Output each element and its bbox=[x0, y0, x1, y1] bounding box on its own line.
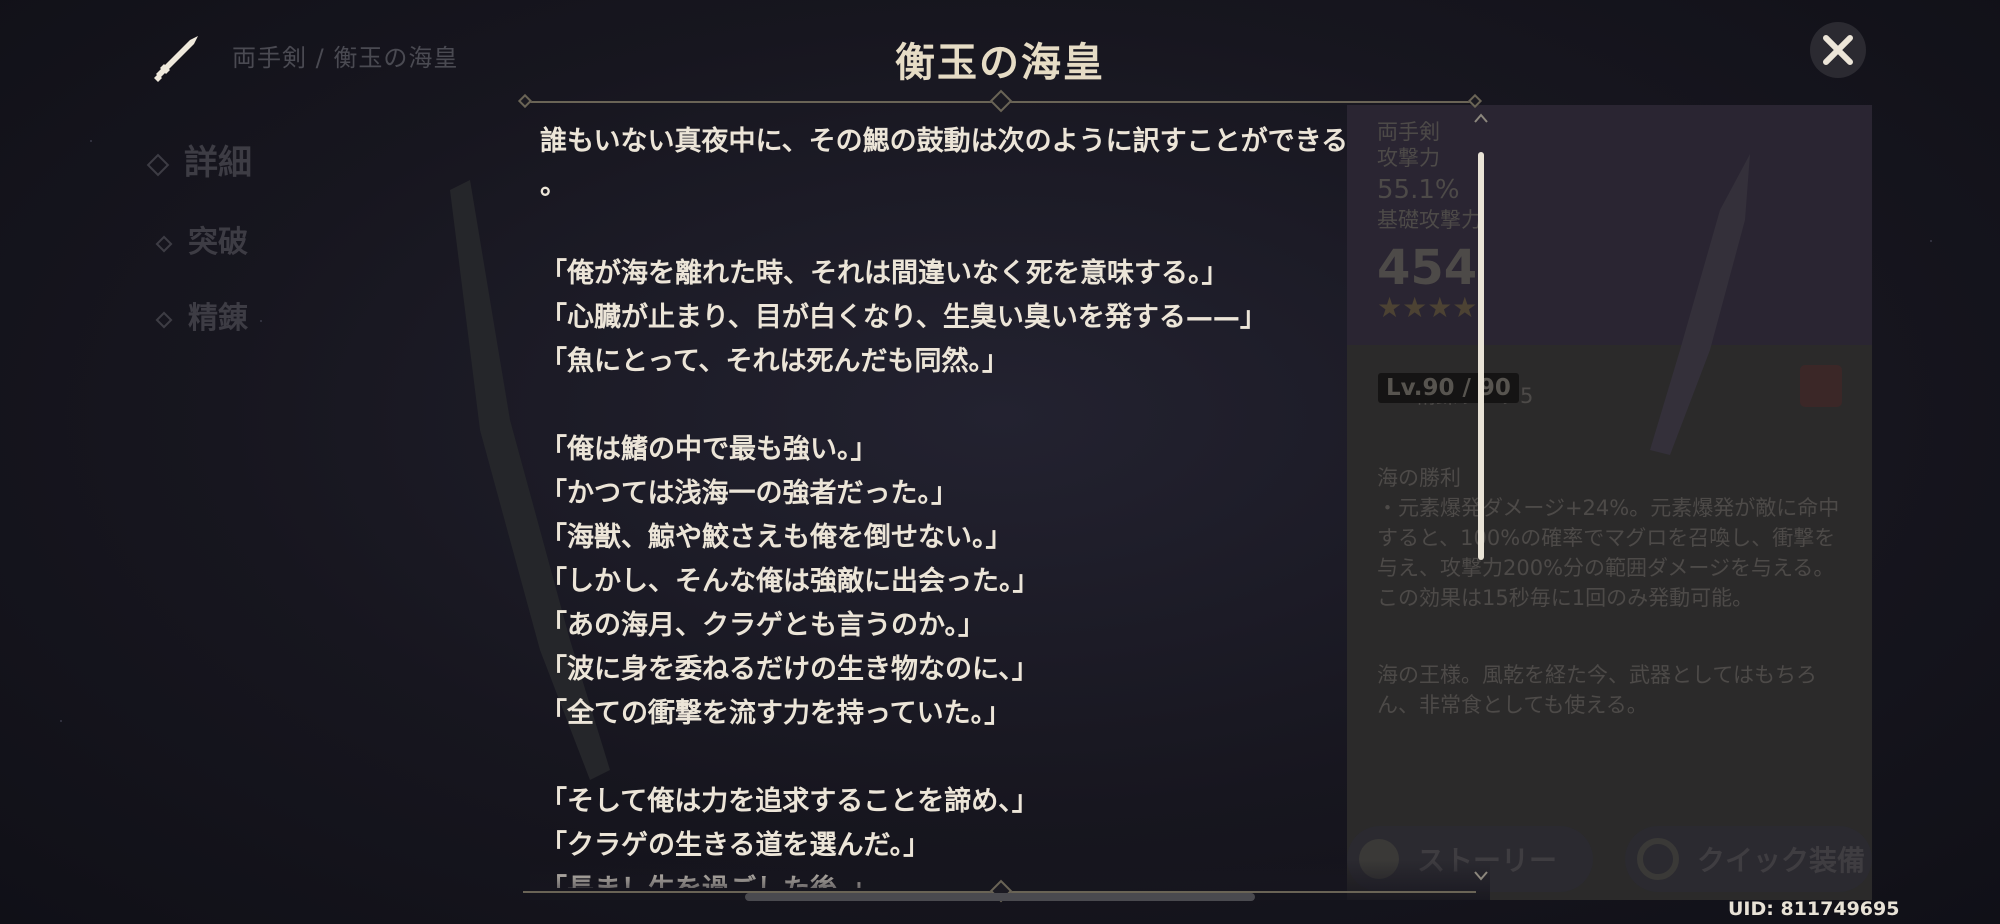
lock-icon[interactable] bbox=[1800, 365, 1842, 407]
story-line: 誰もいない真夜中に、その鰓の鼓動は次のように訳すことができる bbox=[540, 126, 1349, 157]
divider-ornament bbox=[989, 89, 1013, 113]
scrollbar-thumb[interactable] bbox=[1478, 152, 1484, 560]
scroll-down-icon[interactable] bbox=[1473, 870, 1489, 882]
home-indicator bbox=[745, 893, 1255, 901]
story-line: 「かつては浅海一の強者だった。」 bbox=[540, 478, 958, 509]
story-line: 「海獣、鯨や鮫さえも俺を倒せない。」 bbox=[540, 522, 1013, 553]
story-line: 「全ての衝撃を流す力を持っていた。」 bbox=[540, 698, 1012, 729]
diamond-bullet-icon bbox=[155, 235, 173, 252]
story-line: 「魚にとって、それは死んだも同然。」 bbox=[540, 346, 1009, 377]
side-nav-item-refinement[interactable]: 精錬 bbox=[155, 293, 248, 337]
background-star bbox=[60, 720, 62, 722]
diamond-bullet-icon bbox=[146, 153, 170, 176]
story-line: 「そして俺は力を追求することを諦め、」 bbox=[540, 786, 1039, 817]
diamond-bullet-icon bbox=[155, 311, 173, 328]
story-line: 「俺は鰭の中で最も強い。」 bbox=[540, 434, 878, 465]
story-title: 衡玉の海皇 bbox=[895, 40, 1105, 86]
story-line: 「しかし、そんな俺は強敵に出会った。」 bbox=[540, 566, 1040, 597]
scroll-up-icon[interactable] bbox=[1473, 112, 1489, 124]
story-line bbox=[540, 208, 1470, 252]
divider-ornament bbox=[517, 93, 533, 109]
background-star bbox=[260, 320, 262, 322]
quick-equip-button[interactable]: クイック装備 bbox=[1625, 826, 1872, 892]
weapon-image bbox=[1650, 154, 1750, 455]
background-star bbox=[1930, 240, 1932, 242]
side-nav-item-details[interactable]: 詳細 bbox=[146, 135, 252, 184]
uid-label: UID: 811749695 bbox=[1728, 898, 1900, 920]
story-text-area[interactable]: 誰もいない真夜中に、その鰓の鼓動は次のように訳すことができる。「俺が海を離れた時… bbox=[540, 120, 1470, 888]
equip-icon bbox=[1637, 838, 1679, 880]
close-icon bbox=[1823, 35, 1853, 65]
story-line: 「あの海月、クラゲとも言うのか。」 bbox=[540, 610, 985, 641]
side-nav-item-ascension[interactable]: 突破 bbox=[155, 217, 248, 261]
background-star bbox=[90, 140, 92, 142]
story-line: 。 bbox=[540, 170, 567, 201]
story-lines: 誰もいない真夜中に、その鰓の鼓動は次のように訳すことができる。「俺が海を離れた時… bbox=[540, 120, 1470, 888]
story-line: 「俺が海を離れた時、それは間違いなく死を意味する。」 bbox=[540, 258, 1229, 289]
story-line bbox=[540, 384, 1470, 428]
story-line: 「心臓が止まり、目が白くなり、生臭い臭いを発する——」 bbox=[540, 302, 1267, 333]
story-line bbox=[540, 736, 1470, 780]
close-button[interactable] bbox=[1810, 22, 1866, 78]
story-line: 「波に身を委ねるだけの生き物なのに、」 bbox=[540, 654, 1039, 685]
